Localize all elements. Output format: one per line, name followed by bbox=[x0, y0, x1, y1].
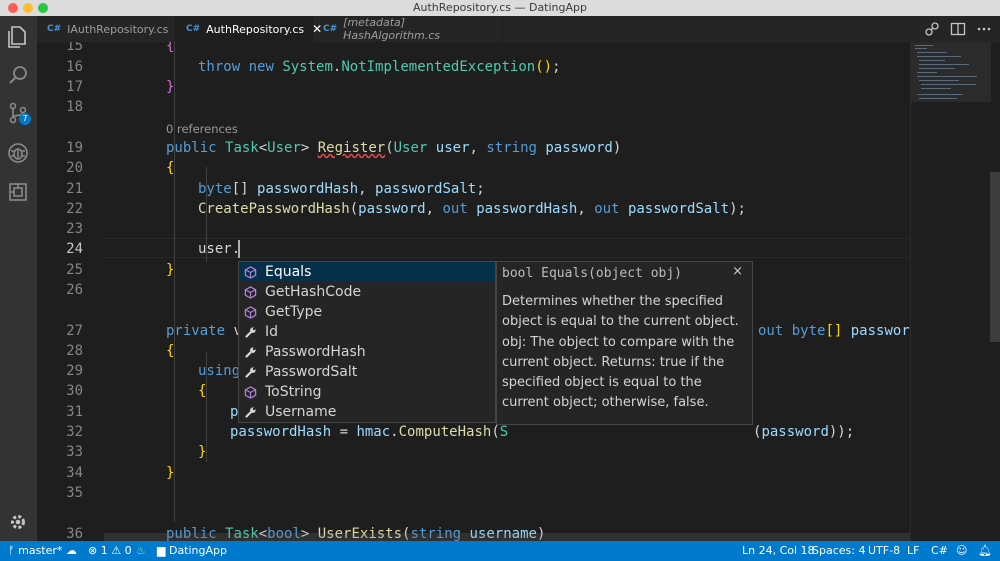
problems-status[interactable]: ⊗ 1 ⚠ 0 bbox=[88, 541, 132, 561]
csharp-file-icon: C# bbox=[186, 24, 201, 34]
debug-icon[interactable] bbox=[5, 140, 31, 166]
method-icon bbox=[243, 385, 257, 399]
folder-icon: ▆ bbox=[157, 544, 166, 557]
code-line: 24 user. bbox=[66, 241, 241, 257]
tab-authrepository[interactable]: C# AuthRepository.cs ✕ bbox=[176, 16, 322, 42]
suggest-item-label: Id bbox=[265, 324, 279, 340]
window-title: AuthRepository.cs — DatingApp bbox=[413, 1, 587, 14]
suggest-item-tostring[interactable]: ToString bbox=[239, 382, 495, 402]
suggest-item-label: ToString bbox=[265, 384, 322, 400]
method-icon bbox=[243, 265, 257, 279]
suggest-item-label: Username bbox=[265, 404, 337, 420]
csharp-file-icon: C# bbox=[323, 24, 338, 34]
text-cursor bbox=[238, 240, 240, 258]
error-icon: ⊗ bbox=[88, 544, 98, 557]
extensions-icon[interactable] bbox=[5, 179, 31, 205]
code-line: 23 bbox=[66, 221, 83, 237]
code-line: 33} bbox=[66, 444, 207, 460]
suggest-item-label: Equals bbox=[265, 264, 312, 280]
tab-bar: C# IAuthRepository.cs C# AuthRepository.… bbox=[37, 16, 1000, 42]
gear-icon[interactable] bbox=[5, 509, 31, 535]
suggest-item-label: PasswordHash bbox=[265, 344, 366, 360]
tab-iauthrepository[interactable]: C# IAuthRepository.cs bbox=[37, 16, 176, 42]
code-line: 32 passwordHash = hmac.ComputeHash(S (pass… bbox=[66, 424, 855, 440]
wrench-icon bbox=[243, 325, 257, 339]
code-line: 21 byte[] passwordHash, passwordSalt; bbox=[66, 181, 485, 197]
sync-icon[interactable]: ☁ bbox=[66, 541, 77, 561]
suggest-item-id[interactable]: Id bbox=[239, 322, 495, 342]
activity-bar: 7 bbox=[0, 16, 37, 541]
wrench-icon bbox=[243, 345, 257, 359]
editor-actions bbox=[924, 21, 992, 41]
suggest-item-gettype[interactable]: GetType bbox=[239, 302, 495, 322]
feedback-icon[interactable]: ☺ bbox=[956, 541, 967, 561]
code-line: 35 bbox=[66, 485, 83, 501]
code-line: 17} bbox=[66, 79, 175, 95]
method-signature: bool Equals(object obj) bbox=[502, 266, 683, 281]
project-folder[interactable]: ▆ DatingApp bbox=[157, 541, 227, 561]
code-lens-references[interactable]: 0 references bbox=[166, 122, 238, 136]
cursor-position[interactable]: Ln 24, Col 18 bbox=[742, 541, 815, 561]
notifications-icon[interactable]: 🔔︎ bbox=[978, 541, 992, 561]
wrench-icon bbox=[243, 365, 257, 379]
horizontal-scrollbar[interactable] bbox=[104, 533, 910, 541]
code-line: 16 throw new System.NotImplementedExcepti… bbox=[66, 59, 561, 75]
status-bar: ᚠ master* ☁ ⊗ 1 ⚠ 0 ♨ ▆ DatingApp Ln 24,… bbox=[0, 541, 1000, 561]
code-line: 18 bbox=[66, 99, 83, 115]
title-bar: AuthRepository.cs — DatingApp bbox=[0, 0, 1000, 17]
csharp-file-icon: C# bbox=[47, 24, 62, 34]
intellisense-suggest-list[interactable]: Equals GetHashCode GetType Id PasswordHa… bbox=[238, 261, 496, 423]
scm-badge: 7 bbox=[19, 113, 31, 125]
branch-icon: ᚠ bbox=[8, 544, 19, 557]
suggest-item-gethashcode[interactable]: GetHashCode bbox=[239, 282, 495, 302]
tab-hashalgorithm[interactable]: C# [metadata] HashAlgorithm.cs bbox=[313, 16, 503, 42]
suggest-item-username[interactable]: Username bbox=[239, 402, 495, 422]
method-documentation: Determines whether the specified object … bbox=[502, 294, 739, 411]
code-line: 15{ bbox=[66, 42, 175, 54]
suggest-item-passwordsalt[interactable]: PasswordSalt bbox=[239, 362, 495, 382]
suggest-item-label: GetType bbox=[265, 304, 323, 320]
wrench-icon bbox=[243, 405, 257, 419]
language-mode[interactable]: C# bbox=[931, 541, 948, 561]
minimap[interactable] bbox=[910, 42, 1000, 541]
close-details-icon[interactable]: × bbox=[732, 264, 743, 279]
method-icon bbox=[243, 305, 257, 319]
suggest-item-equals[interactable]: Equals bbox=[239, 262, 495, 282]
encoding-setting[interactable]: UTF-8 bbox=[868, 541, 900, 561]
indentation-setting[interactable]: Spaces: 4 bbox=[812, 541, 865, 561]
tab-label: IAuthRepository.cs bbox=[67, 22, 169, 36]
git-branch-status[interactable]: ᚠ master* bbox=[8, 541, 62, 561]
warning-icon: ⚠ bbox=[111, 544, 122, 557]
more-actions-icon[interactable] bbox=[976, 21, 992, 41]
split-editor-icon[interactable] bbox=[950, 21, 966, 41]
eol-setting[interactable]: LF bbox=[907, 541, 919, 561]
suggest-item-label: GetHashCode bbox=[265, 284, 362, 300]
method-icon bbox=[243, 285, 257, 299]
search-icon[interactable] bbox=[5, 62, 31, 88]
suggest-item-passwordhash[interactable]: PasswordHash bbox=[239, 342, 495, 362]
code-line: 20{ bbox=[66, 160, 175, 176]
open-changes-icon[interactable] bbox=[924, 21, 940, 41]
code-line: 22 CreatePasswordHash(password, out passw… bbox=[66, 201, 746, 217]
suggest-details-panel: bool Equals(object obj) × Determines whe… bbox=[496, 261, 753, 425]
code-line: 34} bbox=[66, 465, 175, 481]
tab-label: AuthRepository.cs bbox=[206, 22, 305, 36]
code-line: 19 public Task<User> Register(User user, … bbox=[66, 140, 622, 156]
explorer-icon[interactable] bbox=[5, 24, 31, 50]
vertical-scrollbar[interactable] bbox=[990, 172, 1000, 342]
tab-label: [metadata] HashAlgorithm.cs bbox=[343, 16, 441, 42]
suggest-item-label: PasswordSalt bbox=[265, 364, 358, 380]
flame-icon[interactable]: ♨ bbox=[136, 541, 146, 561]
